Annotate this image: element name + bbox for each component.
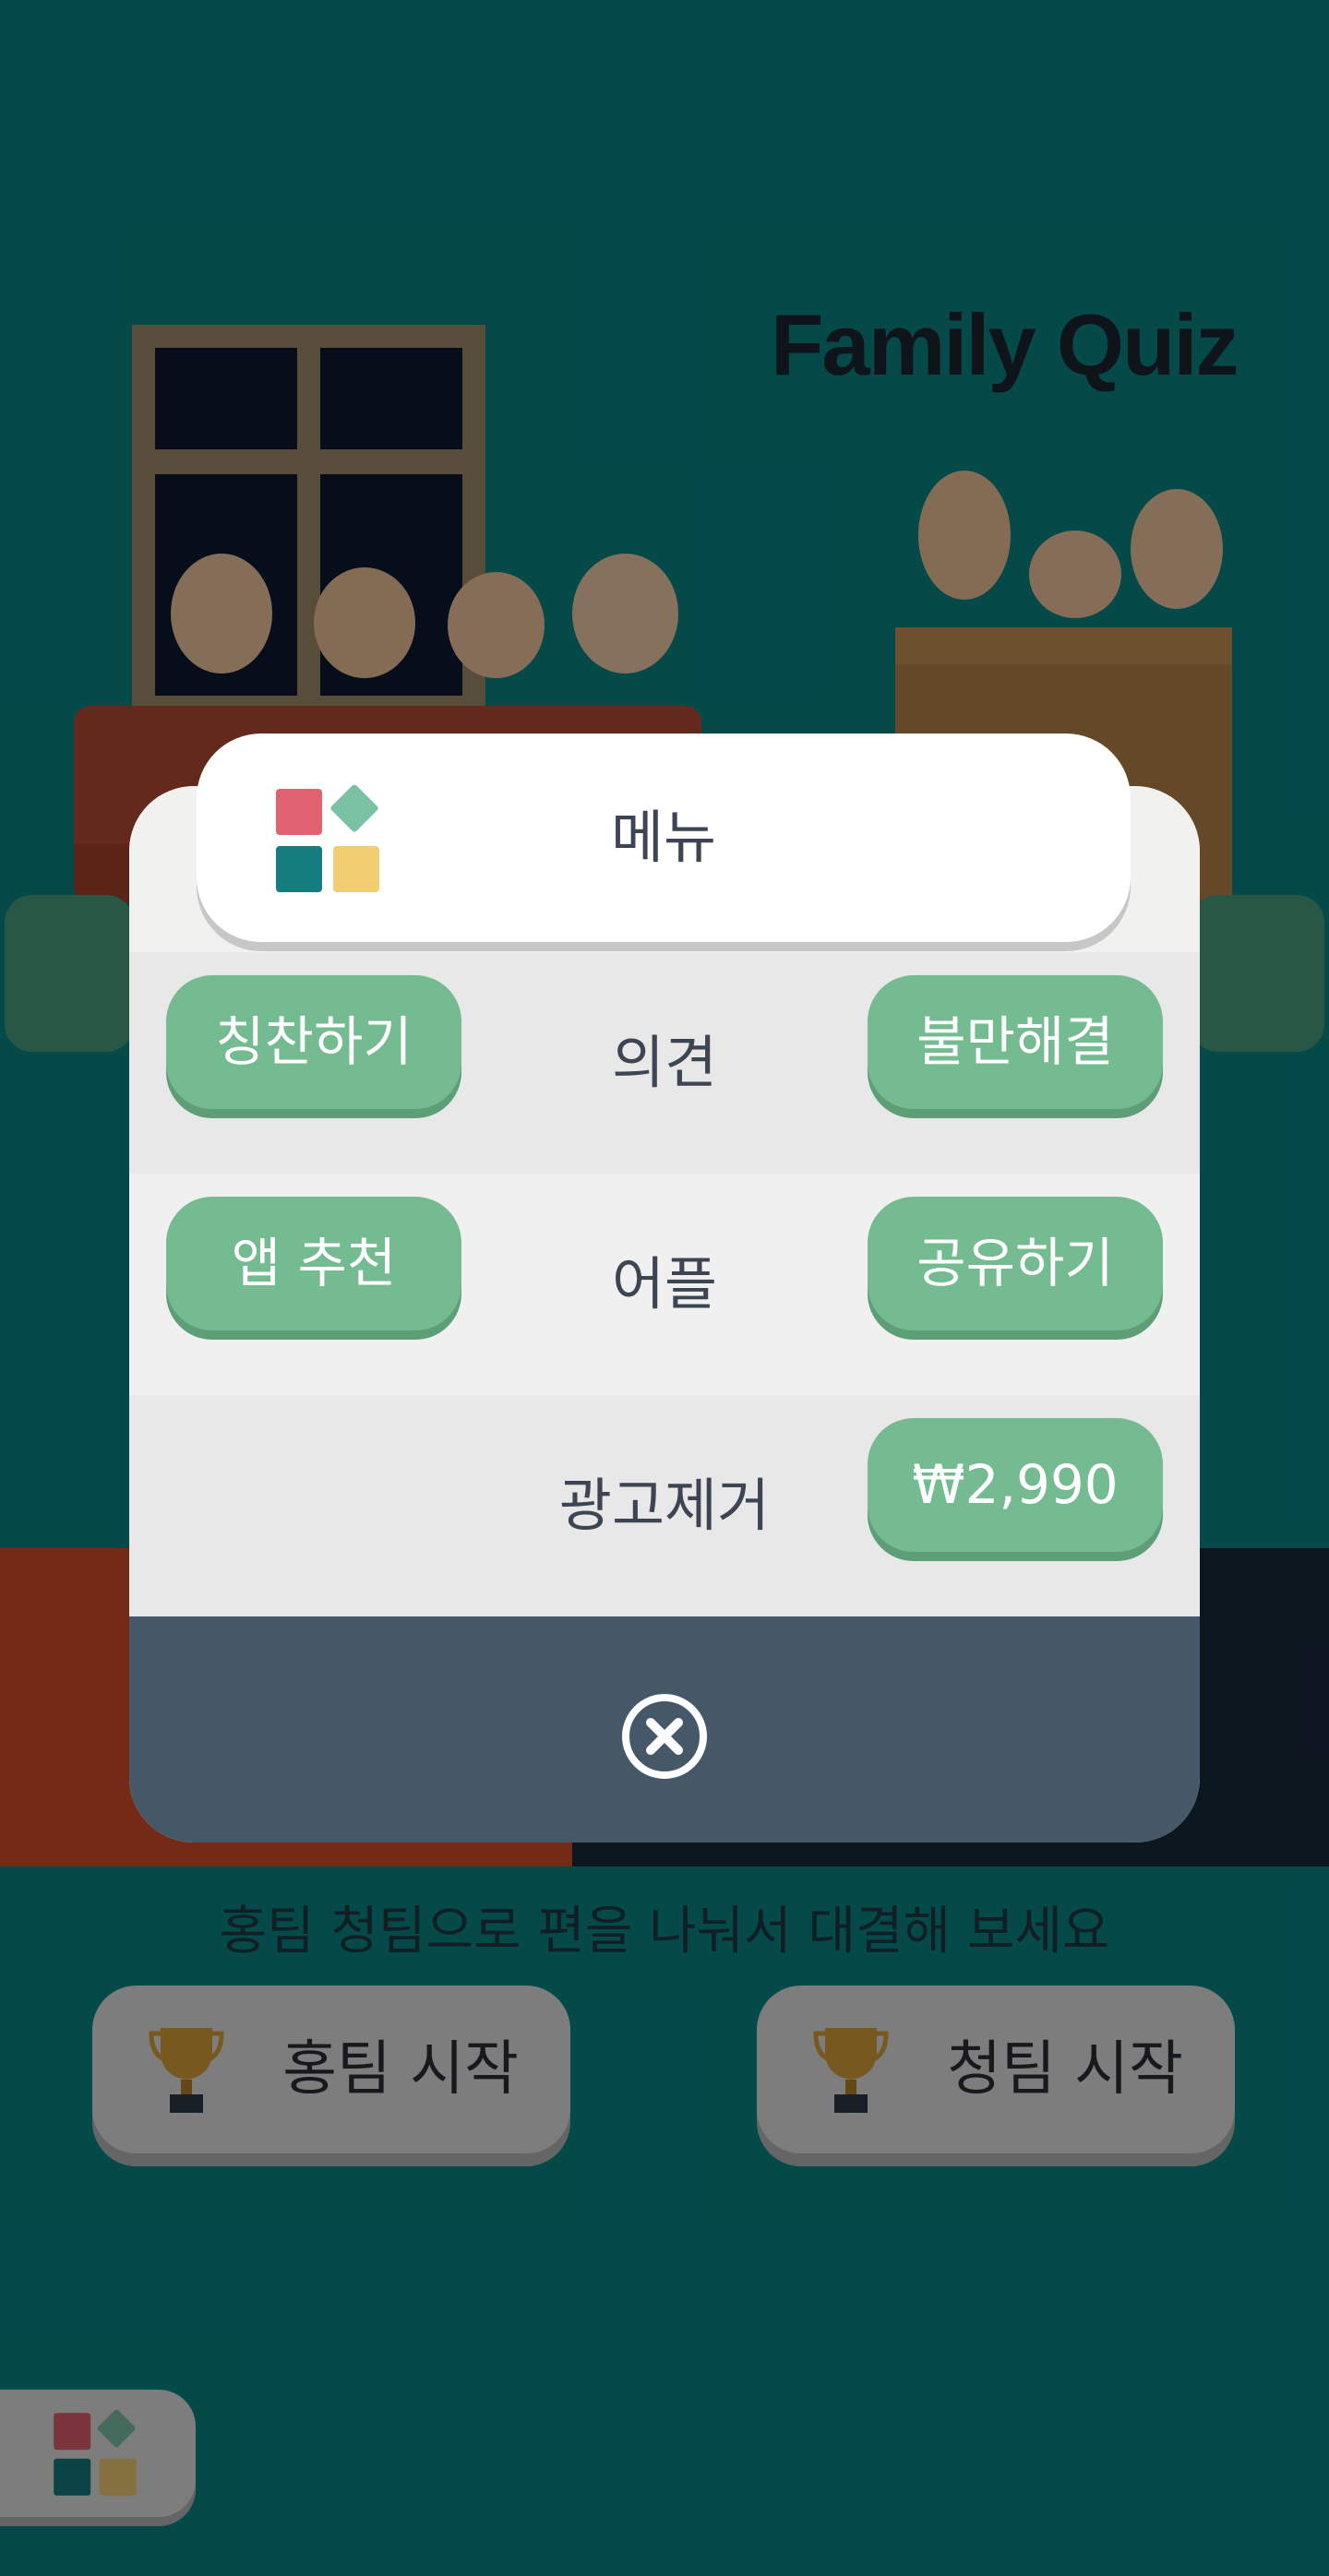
app-row: 앱 추천 어플 공유하기 xyxy=(129,1174,1200,1395)
close-circle-icon xyxy=(622,1694,707,1779)
complaint-button[interactable]: 불만해결 xyxy=(868,975,1163,1109)
feedback-label: 의견 xyxy=(611,1029,718,1096)
dialog-header-card: 메뉴 xyxy=(197,733,1131,942)
praise-button[interactable]: 칭찬하기 xyxy=(166,975,461,1109)
feedback-row: 칭찬하기 의견 불만해결 xyxy=(129,952,1200,1174)
remove-ads-row: 광고제거 ₩2,990 xyxy=(129,1395,1200,1616)
dialog-footer xyxy=(129,1616,1200,1843)
menu-dialog: 칭찬하기 의견 불만해결 앱 추천 어플 공유하기 광고제거 ₩2,990 xyxy=(129,786,1200,1843)
share-button[interactable]: 공유하기 xyxy=(868,1197,1163,1330)
remove-ads-label: 광고제거 xyxy=(558,1472,771,1539)
recommend-app-button[interactable]: 앱 추천 xyxy=(166,1197,461,1330)
close-button[interactable] xyxy=(618,1690,711,1783)
app-label: 어플 xyxy=(611,1250,718,1318)
remove-ads-price-button[interactable]: ₩2,990 xyxy=(868,1418,1163,1552)
dialog-title: 메뉴 xyxy=(610,804,717,871)
